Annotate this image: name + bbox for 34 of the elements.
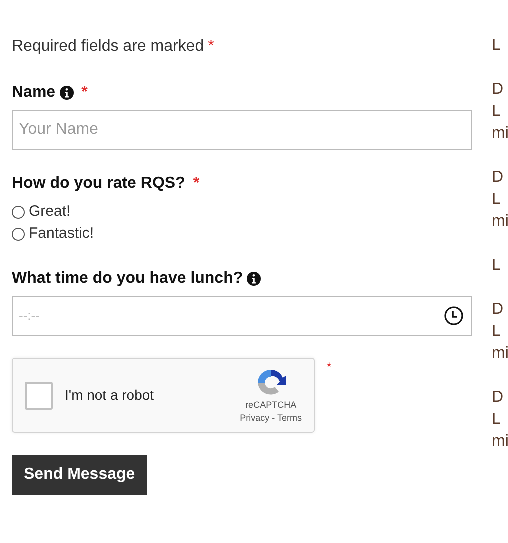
radio-button[interactable] (12, 206, 25, 218)
field-label: Name (12, 83, 56, 103)
radio-label: Fantastic! (29, 224, 94, 244)
text-fragment: L (492, 36, 501, 56)
text-fragment: D (492, 168, 504, 188)
text-fragment: L (492, 256, 501, 276)
radio-button[interactable] (12, 228, 25, 240)
text-fragment: D (492, 300, 504, 320)
required-note: Required fields are marked (12, 37, 204, 57)
required-asterisk: * (208, 37, 214, 57)
text-fragment: L (492, 190, 501, 210)
field-label: What time do you have lunch? (12, 269, 244, 289)
field-label: How do you rate RQS? (12, 174, 186, 194)
clock-icon (444, 306, 464, 326)
text-fragment: mi (492, 432, 508, 452)
captcha-label: I'm not a robot (65, 386, 156, 405)
text-fragment: mi (492, 344, 508, 364)
text-fragment: mi (492, 124, 508, 144)
text-fragment: mi (492, 212, 508, 232)
required-asterisk: * (193, 174, 200, 194)
captcha-links[interactable]: Privacy - Terms (240, 412, 302, 424)
captcha-checkbox[interactable] (25, 382, 53, 410)
input-field[interactable]: Your Name (12, 110, 472, 150)
text-fragment: L (492, 410, 501, 430)
captcha-brand: reCAPTCHA (246, 398, 297, 412)
time-field[interactable]: --:-- (12, 296, 472, 336)
required-asterisk: * (327, 359, 332, 376)
text-fragment: D (492, 80, 504, 100)
text-fragment: D (492, 388, 504, 408)
send-message-button[interactable]: Send Message (12, 455, 148, 495)
radio-label: Great! (29, 202, 71, 222)
text-fragment: L (492, 102, 501, 122)
text-fragment: L (492, 322, 501, 342)
required-asterisk: * (82, 83, 88, 103)
